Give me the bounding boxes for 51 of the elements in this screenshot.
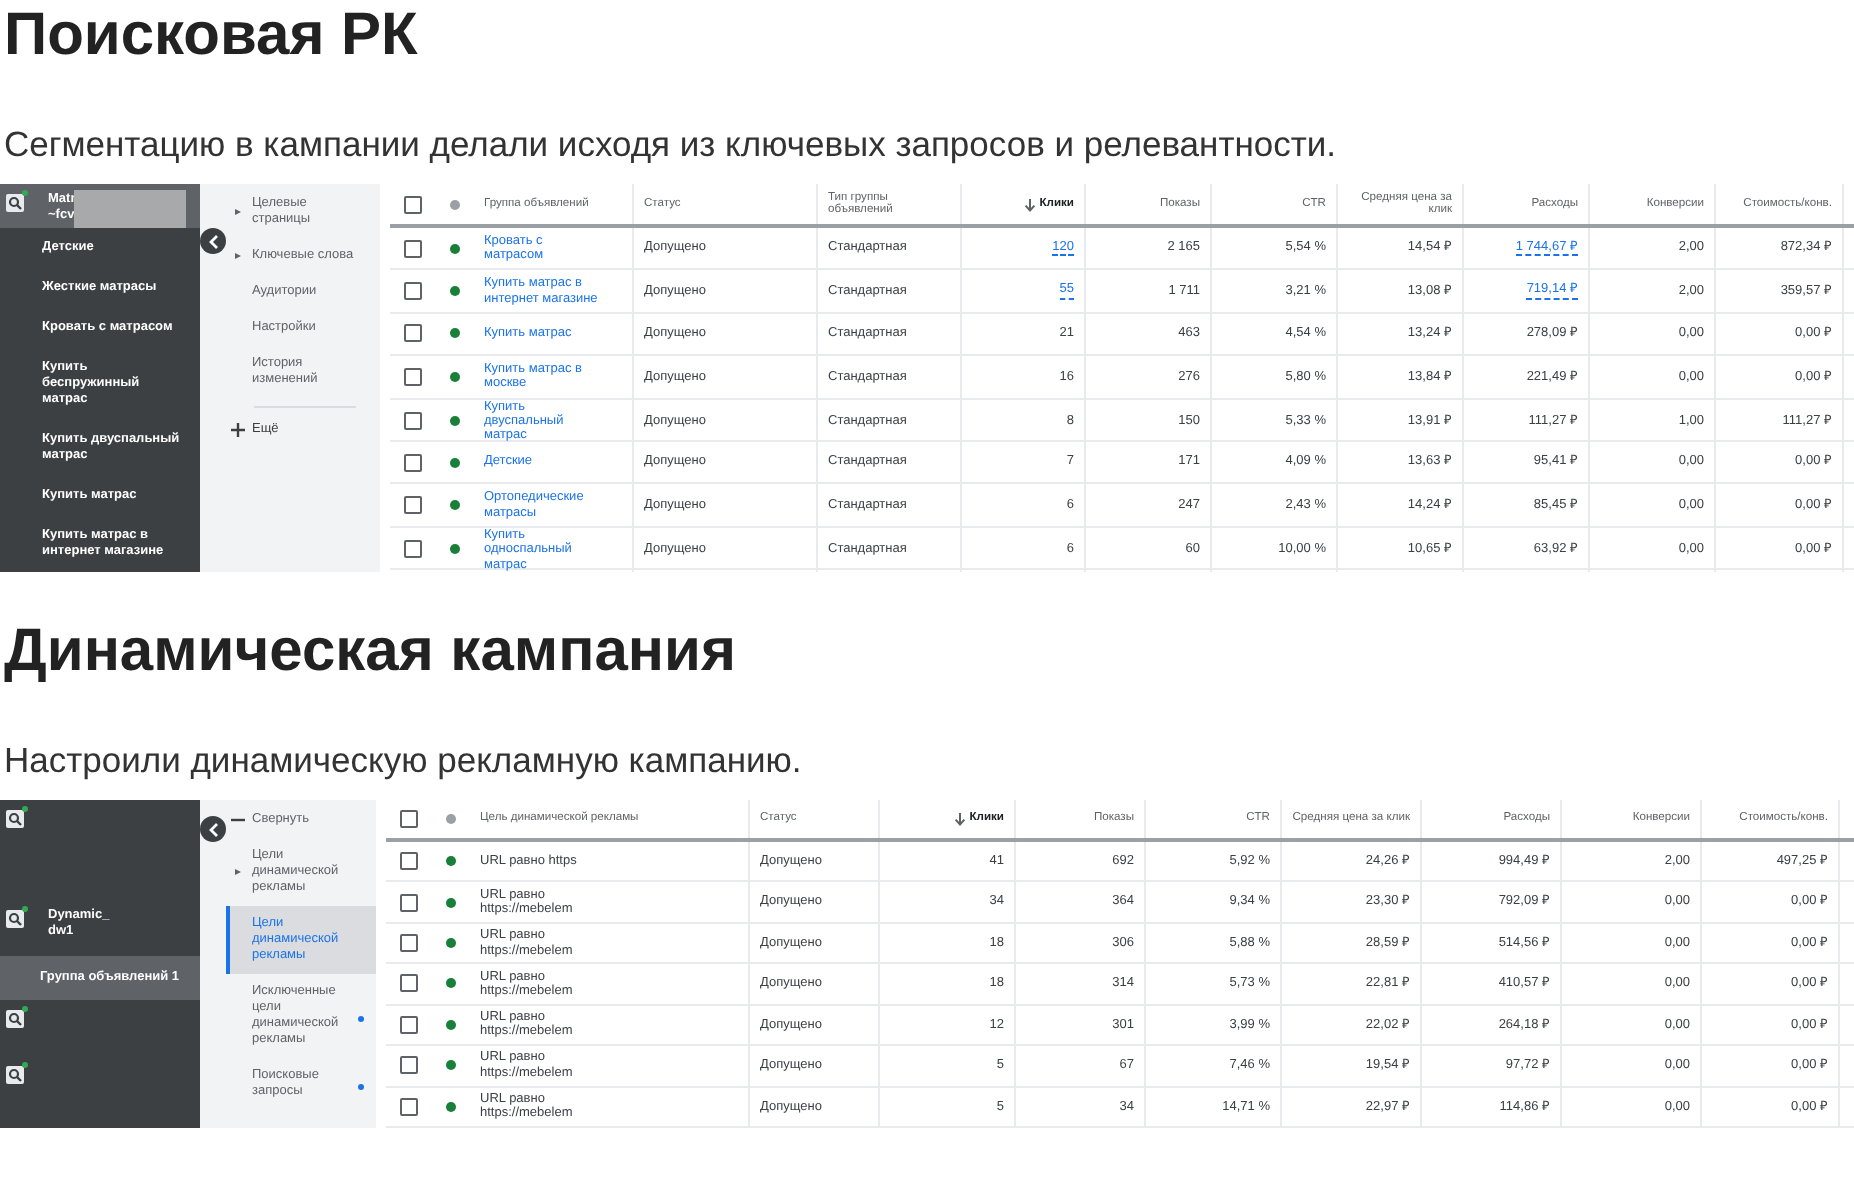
status-dot [445, 938, 455, 949]
status-dot [22, 906, 28, 912]
chevron-icon [207, 821, 219, 837]
plus-icon [230, 422, 246, 438]
status-dot [445, 856, 455, 867]
status-dot [445, 1019, 455, 1030]
status-dot [449, 457, 459, 468]
checkbox[interactable] [403, 453, 421, 472]
status-dot [22, 1006, 28, 1012]
checkbox[interactable] [399, 974, 417, 993]
status-dot [449, 500, 459, 511]
checkbox[interactable] [403, 282, 421, 301]
checkbox[interactable] [403, 412, 421, 431]
expand-arrow-icon [234, 252, 242, 260]
status-dot [22, 1062, 28, 1068]
status-dot [445, 1101, 455, 1112]
expand-arrow-icon [234, 208, 242, 216]
checkbox[interactable] [399, 934, 417, 953]
section-heading: Динамическая кампания [4, 616, 738, 688]
checkbox[interactable] [399, 893, 417, 912]
status-dot [22, 806, 28, 812]
checkbox[interactable] [403, 239, 421, 258]
status-dot [445, 1060, 455, 1071]
status-dot [449, 243, 459, 254]
sort-arrow-icon [1023, 197, 1036, 211]
expand-arrow-icon [234, 868, 242, 876]
checkbox[interactable] [399, 1097, 417, 1116]
status-dot [22, 190, 28, 196]
status-dot [449, 199, 459, 209]
checkbox[interactable] [403, 496, 421, 515]
paragraph: Настроили динамическую рекламную кампанию. [4, 738, 804, 784]
checkbox[interactable] [399, 852, 417, 871]
status-dot [449, 328, 459, 339]
chevron-icon [207, 233, 219, 249]
checkbox[interactable] [403, 324, 421, 343]
status-dot [445, 897, 455, 908]
status-dot [449, 286, 459, 297]
checkbox[interactable] [403, 195, 421, 213]
sort-arrow-icon [953, 811, 966, 826]
checkbox[interactable] [403, 540, 421, 559]
checkbox[interactable] [399, 809, 417, 828]
section-heading: Поисковая РК [4, 0, 420, 72]
status-dot [445, 978, 455, 989]
status-dot [445, 813, 455, 824]
checkbox[interactable] [399, 1056, 417, 1075]
checkbox[interactable] [403, 367, 421, 386]
status-dot [449, 544, 459, 555]
checkbox[interactable] [399, 1015, 417, 1034]
paragraph: Сегментацию в кампании делали исходя из ключевых запросов и релевантности. [4, 122, 1339, 168]
status-dot [449, 371, 459, 382]
status-dot [449, 416, 459, 427]
